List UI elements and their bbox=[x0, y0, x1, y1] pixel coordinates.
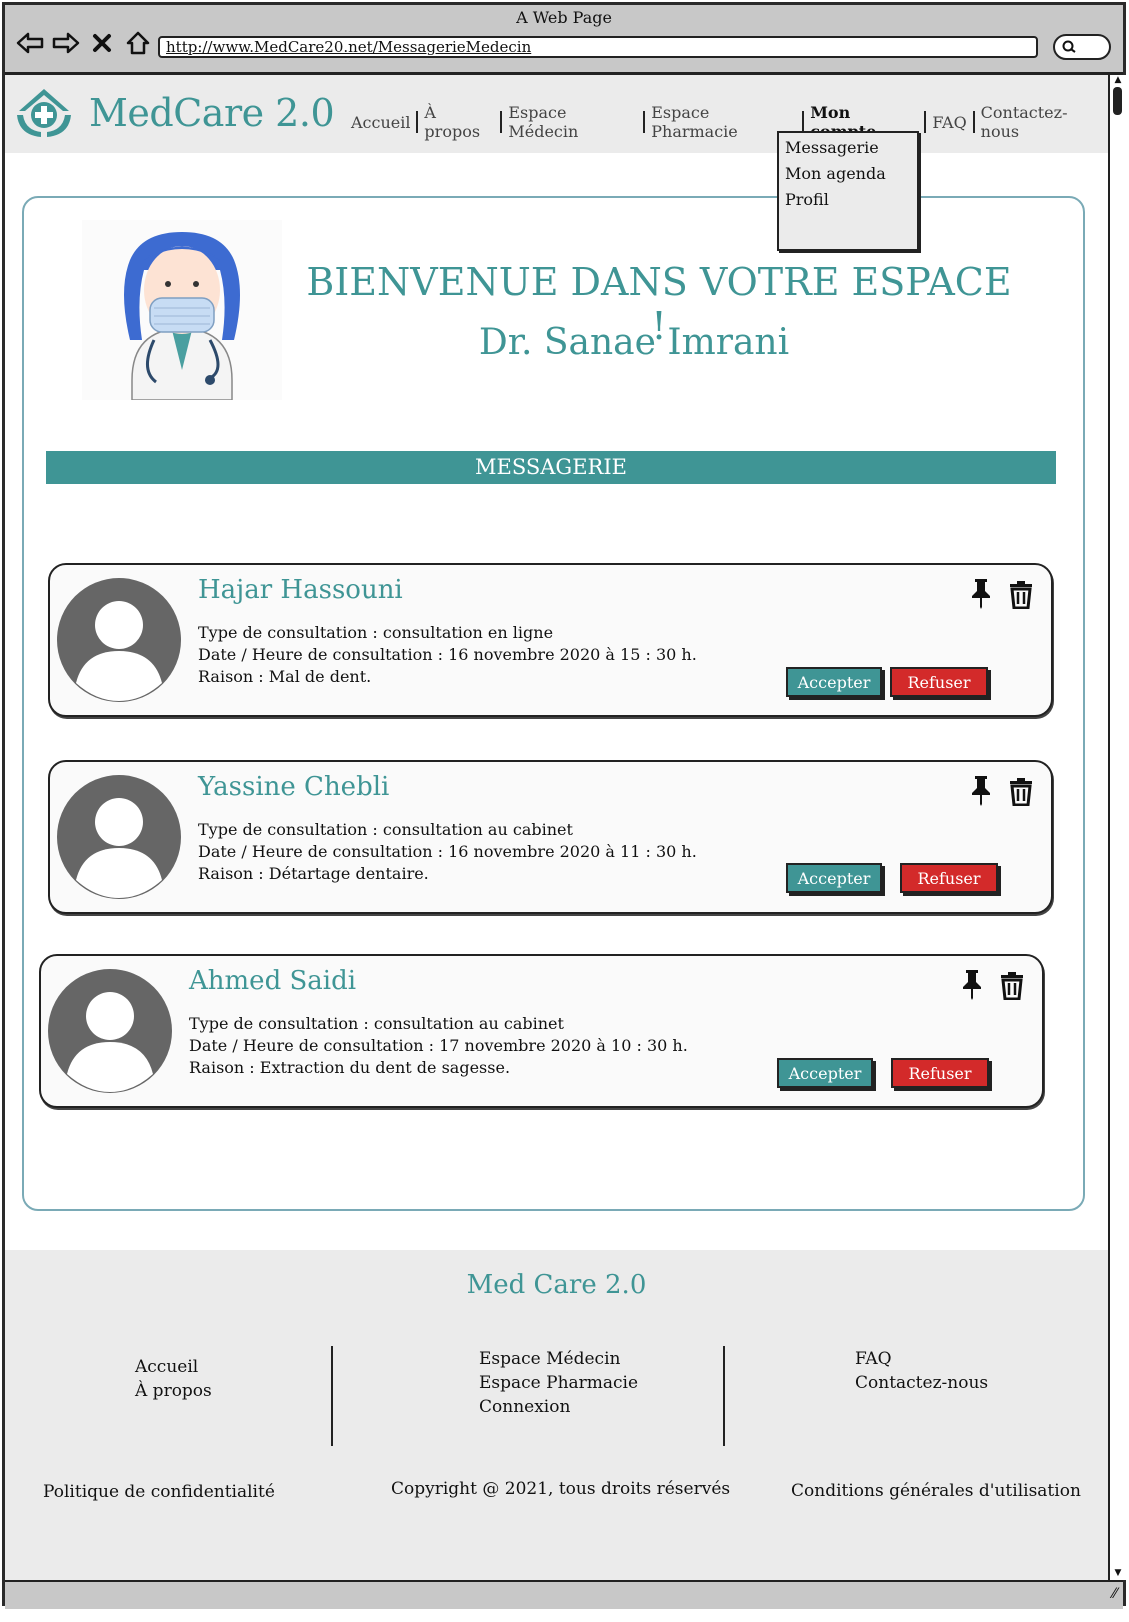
accept-button[interactable]: Accepter bbox=[786, 667, 882, 697]
refuse-button[interactable]: Refuser bbox=[891, 1058, 989, 1088]
dropdown-item-agenda[interactable]: Mon agenda bbox=[785, 161, 911, 187]
consultation-reason: Raison : Détartage dentaire. bbox=[198, 864, 429, 883]
message-details: Type de consultation : consultation au c… bbox=[189, 1013, 688, 1079]
footer-link-a-propos[interactable]: À propos bbox=[135, 1379, 212, 1403]
footer-link-faq[interactable]: FAQ bbox=[855, 1347, 988, 1371]
resize-grip-icon[interactable]: ⁄⁄ bbox=[1112, 1586, 1117, 1602]
forward-arrow-icon[interactable] bbox=[51, 28, 81, 58]
address-bar[interactable]: http://www.MedCare20.net/MessagerieMedec… bbox=[158, 36, 1038, 58]
consultation-date: Date / Heure de consultation : 17 novemb… bbox=[189, 1036, 688, 1055]
footer-link-contact[interactable]: Contactez-nous bbox=[855, 1371, 988, 1395]
message-card: Hajar Hassouni Type de consultation : co… bbox=[48, 563, 1053, 717]
accept-button[interactable]: Accepter bbox=[777, 1058, 873, 1088]
close-icon[interactable] bbox=[87, 28, 117, 58]
footer-terms-link[interactable]: Conditions générales d'utilisation bbox=[791, 1481, 1081, 1501]
footer-col-3: FAQ Contactez-nous bbox=[855, 1347, 988, 1395]
user-avatar-icon bbox=[48, 969, 172, 1093]
footer-link-accueil[interactable]: Accueil bbox=[135, 1355, 212, 1379]
consultation-type: Type de consultation : consultation au c… bbox=[189, 1014, 564, 1033]
footer-separator bbox=[723, 1346, 725, 1446]
scroll-down-icon[interactable]: ▼ bbox=[1112, 1568, 1124, 1578]
main-nav: Accueil À propos Espace Médecin Espace P… bbox=[345, 103, 1108, 141]
message-card: Yassine Chebli Type de consultation : co… bbox=[48, 760, 1053, 914]
accept-button[interactable]: Accepter bbox=[786, 863, 882, 893]
footer-link-espace-pharmacie[interactable]: Espace Pharmacie bbox=[479, 1371, 638, 1395]
dropdown-item-profil[interactable]: Profil bbox=[785, 187, 911, 213]
browser-search[interactable] bbox=[1053, 34, 1111, 60]
patient-name: Ahmed Saidi bbox=[189, 966, 357, 996]
scroll-up-icon[interactable]: ▲ bbox=[1112, 75, 1124, 85]
refuse-button[interactable]: Refuser bbox=[900, 863, 998, 893]
section-title: MESSAGERIE bbox=[46, 451, 1056, 484]
account-dropdown: Messagerie Mon agenda Profil bbox=[777, 131, 919, 251]
footer-copyright: Copyright @ 2021, tous droits réservés bbox=[391, 1479, 731, 1499]
footer-col-1: Accueil À propos bbox=[135, 1355, 212, 1403]
status-bar: ⁄⁄ bbox=[5, 1580, 1123, 1609]
doctor-name: Dr. Sanae Imrani bbox=[478, 322, 790, 363]
footer-link-espace-medecin[interactable]: Espace Médecin bbox=[479, 1347, 638, 1371]
pin-icon[interactable] bbox=[968, 577, 994, 609]
consultation-date: Date / Heure de consultation : 16 novemb… bbox=[198, 645, 697, 664]
browser-window: A Web Page http://www.MedCare20.net/Mess… bbox=[2, 2, 1126, 1609]
footer-col-2: Espace Médecin Espace Pharmacie Connexio… bbox=[479, 1347, 638, 1419]
doctor-avatar bbox=[82, 220, 282, 400]
medical-logo-icon[interactable] bbox=[13, 85, 75, 141]
brand-name[interactable]: MedCare 2.0 bbox=[89, 91, 335, 135]
vertical-scrollbar[interactable]: ▲ ▼ bbox=[1108, 75, 1126, 1580]
footer-separator bbox=[331, 1346, 333, 1446]
scroll-thumb[interactable] bbox=[1113, 87, 1122, 115]
footer-privacy-link[interactable]: Politique de confidentialité bbox=[43, 1482, 275, 1502]
message-card: Ahmed Saidi Type de consultation : consu… bbox=[39, 954, 1044, 1108]
content-panel: BIENVENUE DANS VOTRE ESPACE ! Dr. Sanae … bbox=[22, 196, 1085, 1211]
consultation-type: Type de consultation : consultation en l… bbox=[198, 623, 554, 642]
page-viewport: MedCare 2.0 Accueil À propos Espace Méde… bbox=[5, 75, 1108, 1580]
site-footer: Med Care 2.0 Accueil À propos Espace Méd… bbox=[5, 1250, 1108, 1580]
consultation-type: Type de consultation : consultation au c… bbox=[198, 820, 573, 839]
trash-icon[interactable] bbox=[1008, 776, 1034, 806]
message-details: Type de consultation : consultation au c… bbox=[198, 819, 697, 885]
browser-nav-buttons bbox=[15, 27, 153, 59]
patient-name: Hajar Hassouni bbox=[198, 575, 403, 605]
home-icon[interactable] bbox=[123, 28, 153, 58]
refuse-button[interactable]: Refuser bbox=[890, 667, 988, 697]
nav-accueil[interactable]: Accueil bbox=[345, 113, 416, 132]
footer-link-connexion[interactable]: Connexion bbox=[479, 1395, 638, 1419]
consultation-reason: Raison : Mal de dent. bbox=[198, 667, 372, 686]
patient-name: Yassine Chebli bbox=[198, 772, 390, 802]
pin-icon[interactable] bbox=[959, 968, 985, 1000]
site-header: MedCare 2.0 Accueil À propos Espace Méde… bbox=[5, 75, 1108, 153]
dropdown-item-messagerie[interactable]: Messagerie bbox=[785, 135, 911, 161]
back-arrow-icon[interactable] bbox=[15, 28, 45, 58]
pin-icon[interactable] bbox=[968, 774, 994, 806]
nav-contactez-nous[interactable]: Contactez-nous bbox=[975, 103, 1108, 141]
nav-faq[interactable]: FAQ bbox=[926, 113, 972, 132]
window-title: A Web Page bbox=[516, 8, 612, 27]
search-icon bbox=[1061, 39, 1077, 59]
consultation-date: Date / Heure de consultation : 16 novemb… bbox=[198, 842, 697, 861]
footer-brand: Med Care 2.0 bbox=[466, 1270, 647, 1300]
user-avatar-icon bbox=[57, 578, 181, 702]
trash-icon[interactable] bbox=[1008, 579, 1034, 609]
consultation-reason: Raison : Extraction du dent de sagesse. bbox=[189, 1058, 511, 1077]
nav-espace-medecin[interactable]: Espace Médecin bbox=[502, 103, 643, 141]
trash-icon[interactable] bbox=[999, 970, 1025, 1000]
message-details: Type de consultation : consultation en l… bbox=[198, 622, 697, 688]
nav-a-propos[interactable]: À propos bbox=[418, 103, 500, 141]
user-avatar-icon bbox=[57, 775, 181, 899]
